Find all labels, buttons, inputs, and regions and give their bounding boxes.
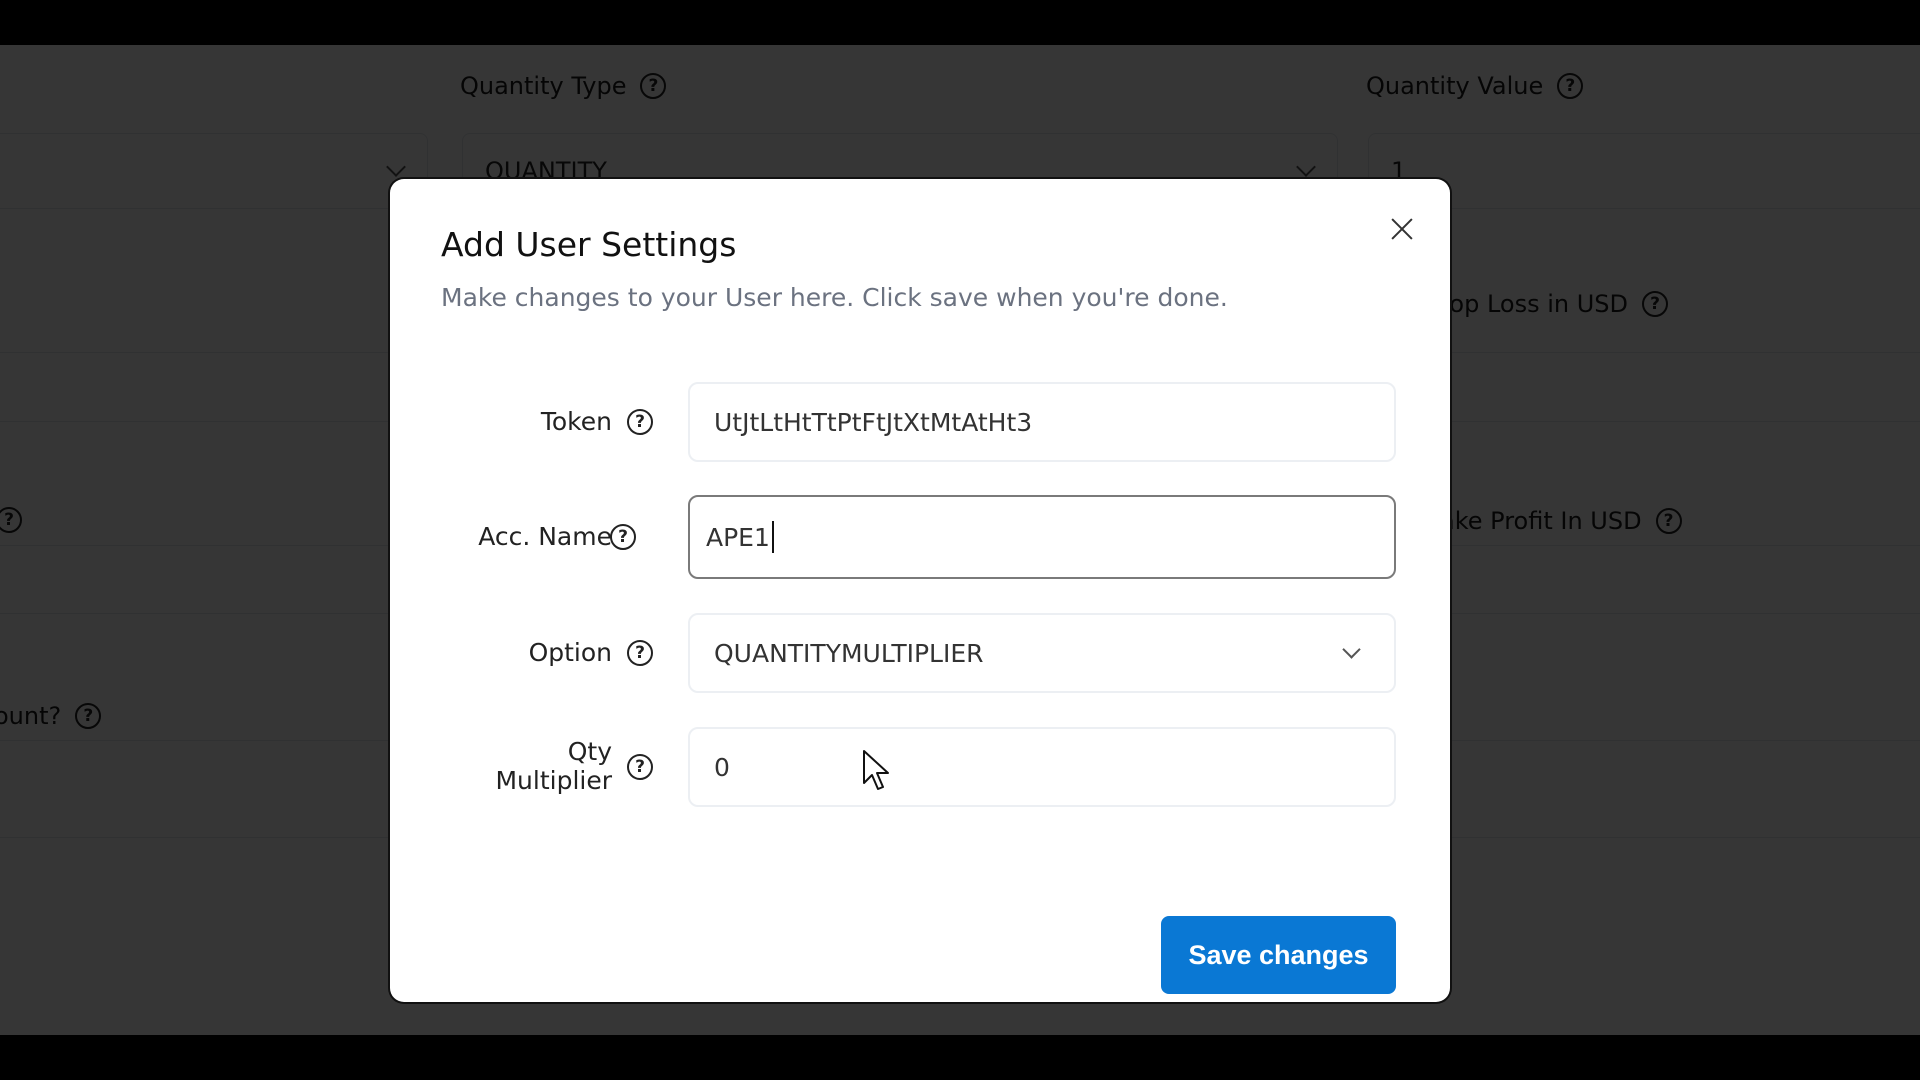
question-circle-icon[interactable]: ? xyxy=(627,754,653,780)
token-label: Token xyxy=(540,406,612,436)
option-row: Option ? QUANTITYMULTIPLIER xyxy=(390,613,1450,693)
mouse-cursor-icon xyxy=(863,750,889,790)
close-icon[interactable] xyxy=(1386,213,1418,245)
token-row: Token ? UtJtLtHtTtPtFtJtXtMtAtHt3 xyxy=(390,382,1450,462)
text-caret xyxy=(771,521,774,553)
app-viewport: Quantity Type ? QUANTITY Quantity Value … xyxy=(0,45,1920,1035)
account-name-label: Acc. Name xyxy=(478,521,612,551)
dialog-title: Add User Settings xyxy=(441,225,737,264)
option-select[interactable]: QUANTITYMULTIPLIER xyxy=(688,613,1396,693)
option-label: Option xyxy=(528,637,612,667)
question-circle-icon[interactable]: ? xyxy=(627,640,653,666)
qty-multiplier-input[interactable]: 0 xyxy=(688,727,1396,807)
qty-multiplier-label: Qty Multiplier xyxy=(495,737,612,795)
chevron-down-icon xyxy=(1342,640,1361,659)
token-input[interactable]: UtJtLtHtTtPtFtJtXtMtAtHt3 xyxy=(688,382,1396,462)
account-name-row: Acc. Name ? APE1 xyxy=(390,495,1450,579)
qty-multiplier-row: Qty Multiplier ? 0 xyxy=(390,727,1450,807)
add-user-settings-dialog: Add User Settings Make changes to your U… xyxy=(390,179,1450,1002)
question-circle-icon[interactable]: ? xyxy=(627,409,653,435)
account-name-input[interactable]: APE1 xyxy=(688,495,1396,579)
question-circle-icon[interactable]: ? xyxy=(610,524,636,550)
dialog-description: Make changes to your User here. Click sa… xyxy=(441,283,1228,312)
save-changes-button[interactable]: Save changes xyxy=(1161,916,1396,994)
